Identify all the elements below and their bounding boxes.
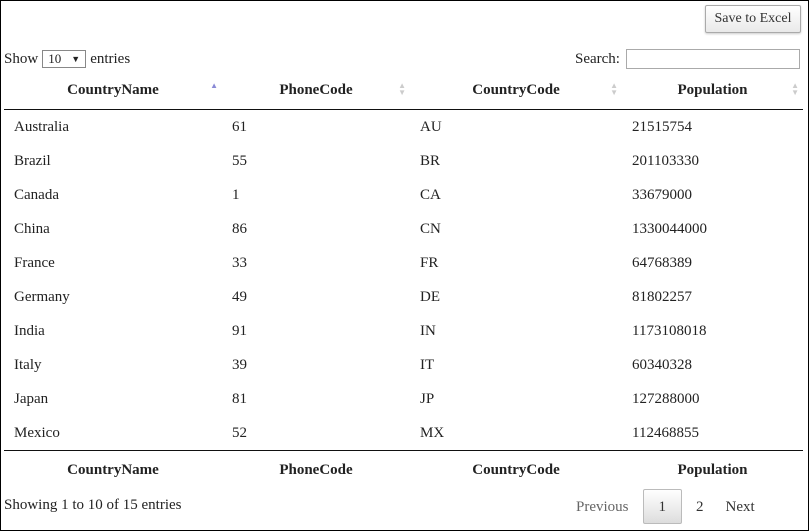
next-button[interactable]: Next (715, 490, 766, 524)
country-name-cell: Italy (14, 356, 42, 373)
show-label: Show (4, 50, 39, 67)
country-name-cell: Germany (14, 288, 70, 305)
previous-button[interactable]: Previous (565, 490, 640, 524)
page-1-button[interactable]: 1 (642, 489, 682, 524)
phone-code-cell: 49 (232, 288, 247, 305)
country-code-cell: FR (420, 254, 439, 271)
column-header-label: PhoneCode (279, 82, 353, 98)
population-cell: 112468855 (632, 424, 699, 441)
population-cell: 60340328 (632, 356, 692, 373)
table-row: Italy 39 IT 60340328 (4, 348, 803, 382)
population-cell: 21515754 (632, 118, 692, 135)
entries-label: entries (90, 50, 131, 67)
entries-select-value: 10 (48, 51, 62, 66)
country-code-cell: MX (420, 424, 445, 441)
pagination: Previous 1 2 Next (565, 489, 766, 524)
phone-code-cell: 81 (232, 390, 247, 407)
population-cell: 127288000 (632, 390, 700, 407)
country-code-cell: CA (420, 186, 441, 203)
table-row: Germany 49 DE 81802257 (4, 280, 803, 314)
footer-population: Population (622, 450, 803, 489)
footer-countrycode: CountryCode (410, 450, 622, 489)
phone-code-cell: 55 (232, 152, 247, 169)
country-code-cell: DE (420, 288, 440, 305)
column-header-label: CountryCode (472, 82, 560, 98)
phone-code-cell: 61 (232, 118, 247, 135)
search-label: Search: (575, 50, 620, 67)
country-name-cell: Australia (14, 118, 69, 135)
table-row: Canada 1 CA 33679000 (4, 178, 803, 212)
column-header-phonecode[interactable]: PhoneCode ▲ ▼ (222, 72, 410, 110)
country-code-cell: JP (420, 390, 435, 407)
table-row: Mexico 52 MX 112468855 (4, 416, 803, 451)
phone-code-cell: 39 (232, 356, 247, 373)
save-to-excel-button[interactable]: Save to Excel (705, 5, 801, 33)
countries-table: CountryName▲▼ PhoneCode▲▼ CountryCode▲▼ … (4, 72, 803, 489)
country-name-cell: Canada (14, 186, 59, 203)
column-header-population[interactable]: Population ▲ ▼ (622, 72, 803, 110)
table-row: Japan 81 JP 127288000 (4, 382, 803, 416)
population-cell: 81802257 (632, 288, 692, 305)
sort-both-icon: ▲ ▼ (398, 81, 406, 97)
table-info: Showing 1 to 10 of 15 entries (4, 497, 182, 513)
phone-code-cell: 33 (232, 254, 247, 271)
country-code-cell: CN (420, 220, 441, 237)
population-cell: 33679000 (632, 186, 692, 203)
country-name-cell: Brazil (14, 152, 51, 169)
country-name-cell: China (14, 220, 50, 237)
footer-phonecode: PhoneCode (222, 450, 410, 489)
chevron-down-icon: ▼ (71, 54, 81, 64)
footer-countryname: CountryName (4, 450, 222, 489)
table-row: India 91 IN 1173108018 (4, 314, 803, 348)
country-name-cell: India (14, 322, 45, 339)
population-cell: 1173108018 (632, 322, 707, 339)
country-name-cell: Japan (14, 390, 49, 407)
entries-length-control: Show 10 ▼ entries (4, 49, 130, 69)
population-cell: 1330044000 (632, 220, 707, 237)
country-code-cell: BR (420, 152, 441, 169)
population-cell: 201103330 (632, 152, 699, 169)
column-header-countryname[interactable]: CountryName ▲▼ (4, 72, 222, 110)
phone-code-cell: 91 (232, 322, 247, 339)
sort-both-icon: ▲ ▼ (610, 81, 618, 97)
table-row: Brazil 55 BR 201103330 (4, 144, 803, 178)
phone-code-cell: 86 (232, 220, 247, 237)
column-header-label: CountryName (67, 82, 159, 98)
country-code-cell: AU (420, 118, 442, 135)
phone-code-cell: 1 (232, 186, 240, 203)
search-input[interactable] (625, 49, 800, 69)
country-code-cell: IT (420, 356, 435, 373)
column-header-label: Population (677, 82, 748, 98)
search-control: Search: (575, 49, 800, 69)
sort-ascending-icon: ▲▼ (210, 81, 218, 90)
phone-code-cell: 52 (232, 424, 247, 441)
country-code-cell: IN (420, 322, 436, 339)
country-name-cell: Mexico (14, 424, 60, 441)
table-row: France 33 FR 64768389 (4, 246, 803, 280)
column-header-countrycode[interactable]: CountryCode ▲ ▼ (410, 72, 622, 110)
table-row: Australia 61 AU 21515754 (4, 110, 803, 145)
page-2-button[interactable]: 2 (685, 490, 715, 524)
country-name-cell: France (14, 254, 55, 271)
population-cell: 64768389 (632, 254, 692, 271)
entries-select[interactable]: 10 ▼ (42, 50, 87, 68)
table-row: China 86 CN 1330044000 (4, 212, 803, 246)
sort-both-icon: ▲ ▼ (791, 81, 799, 97)
